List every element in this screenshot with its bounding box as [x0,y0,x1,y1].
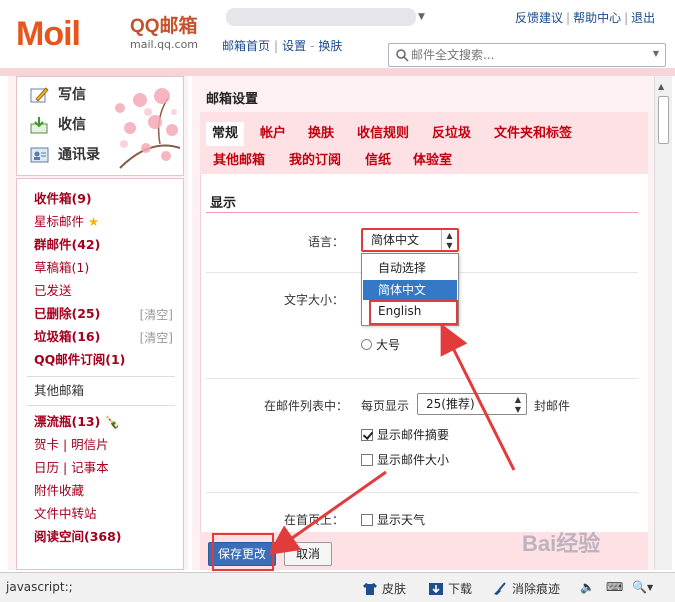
zoom-button[interactable]: 🔍 ▼ [632,580,653,594]
chevron-down-icon: ▼ [646,582,654,592]
broom-icon [494,581,506,595]
volume-button[interactable]: 🔈 [580,580,595,594]
keyboard-button[interactable]: ⌨ [606,580,623,594]
download-button[interactable]: 下载 [428,580,472,597]
magnifier-icon: 🔍 [632,580,647,594]
watermark: Bai经验 [522,531,601,556]
speaker-icon: 🔈 [580,580,595,594]
scrollbar[interactable]: ▲ [654,76,672,570]
status-text: javascript:; [6,580,73,594]
download-icon [429,582,443,595]
keyboard-icon: ⌨ [606,580,624,594]
status-bar: javascript:; 皮肤 下载 消除痕迹 🔈 ⌨ 🔍 ▼ [0,572,675,602]
annotation-arrows-icon [268,323,516,555]
skin-button[interactable]: 皮肤 [362,580,406,597]
clear-traces-button[interactable]: 消除痕迹 [492,580,560,597]
scroll-thumb[interactable] [658,96,669,144]
scroll-up-icon[interactable]: ▲ [658,82,664,91]
shirt-icon [363,582,377,595]
